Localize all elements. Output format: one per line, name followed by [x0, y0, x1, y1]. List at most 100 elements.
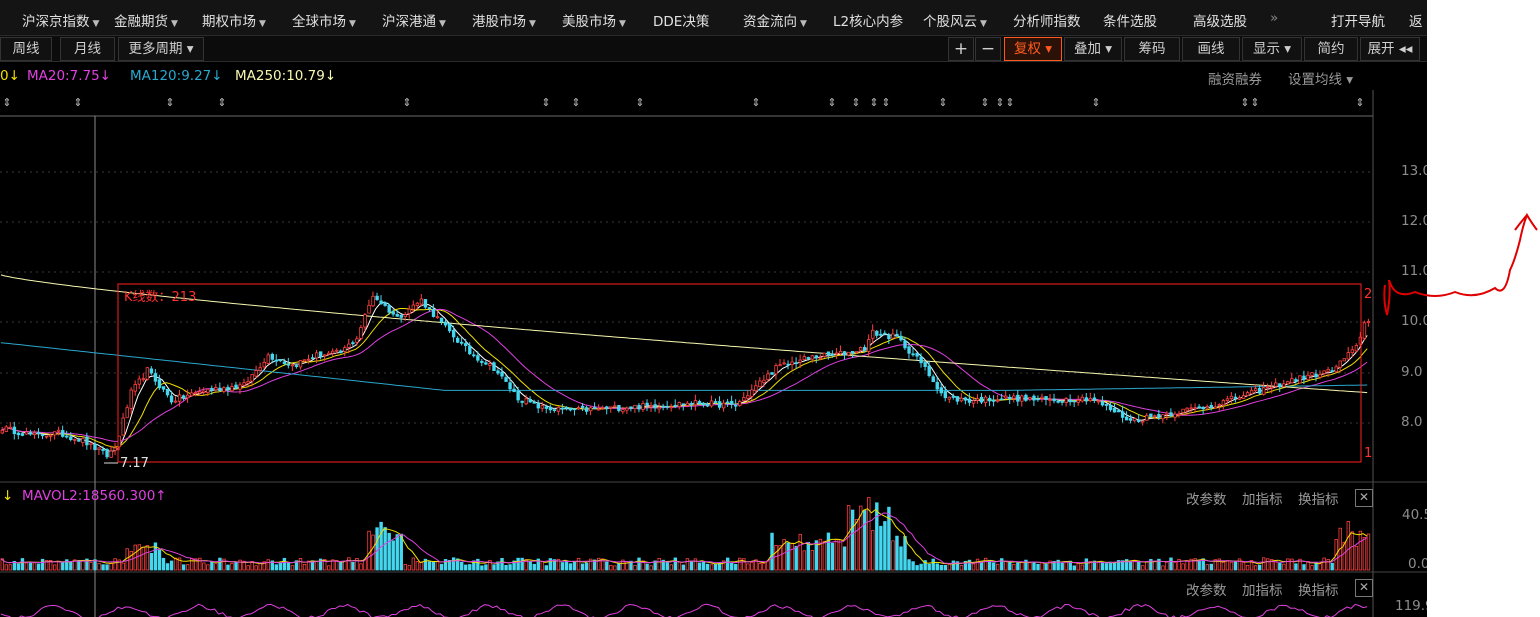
candle-body — [532, 401, 536, 404]
margin-trading-link[interactable]: 融资融券 — [1208, 68, 1262, 88]
candle-body — [294, 365, 299, 367]
nav-item-1[interactable]: 金融期货 ▼ — [114, 10, 178, 30]
volume-bar — [979, 561, 984, 571]
vol-change-params-button[interactable]: 改参数 — [1186, 488, 1227, 508]
volume-bar — [927, 563, 931, 571]
candle-body — [1193, 407, 1197, 410]
price-axis-label: 9.0 — [1401, 364, 1423, 380]
volume-bar — [282, 557, 287, 571]
nav-item-8[interactable]: 资金流向 ▼ — [743, 10, 807, 30]
nav-item-6[interactable]: 美股市场 ▼ — [562, 10, 626, 30]
nav-item-10[interactable]: 个股风云 ▼ — [923, 10, 987, 30]
volume-bar — [863, 510, 867, 571]
volume-bar — [951, 560, 956, 571]
nav-item-12[interactable]: 条件选股 — [1103, 10, 1157, 30]
candle-body — [210, 388, 214, 391]
candle-body — [318, 351, 323, 358]
chart-canvas[interactable]: ⇕ ⇕ ⇕ ⇕ ⇕ ⇕ ⇕ ⇕ ⇕ ⇕ ⇕ ⇕ ⇕ ⇕ ⇕ ⇕ ⇕ ⇕ ⇕ ⇕ ⇕ K线数：213 217.17 — [0, 90, 1427, 617]
back-button[interactable]: 返 — [1409, 10, 1423, 30]
fuquan-dropdown[interactable]: 复权 ▾ — [1004, 37, 1062, 61]
volume-bar — [1173, 561, 1177, 571]
volume-bar — [609, 564, 613, 571]
volume-bar — [665, 561, 669, 571]
candle-body — [637, 404, 641, 410]
candle-body — [403, 314, 407, 318]
candle-body — [419, 298, 424, 305]
nav-item-7[interactable]: DDE决策 — [653, 10, 709, 30]
vol-add-indicator-button[interactable]: 加指标 — [1242, 488, 1283, 508]
candle-body — [540, 405, 545, 409]
monthly-button[interactable]: 月线 — [60, 37, 115, 61]
candle-body — [335, 349, 339, 352]
open-navigation-button[interactable]: 打开导航 — [1331, 10, 1385, 30]
nav-item-0[interactable]: 沪深京指数 ▼ — [22, 10, 99, 30]
volume-bar — [677, 561, 682, 571]
volume-bar — [657, 557, 661, 571]
candle-body — [36, 432, 41, 434]
volume-bar — [983, 557, 988, 571]
candle-body — [1261, 387, 1266, 395]
candle-body — [911, 353, 915, 356]
simple-mode-button[interactable]: 简约 — [1304, 37, 1358, 61]
display-dropdown[interactable]: 显示 ▾ — [1242, 37, 1302, 61]
nav-item-2[interactable]: 期权市场 ▼ — [202, 10, 266, 30]
volume-bar — [351, 561, 355, 571]
lower-change-params-button[interactable]: 改参数 — [1186, 579, 1227, 599]
volume-bar — [842, 546, 847, 571]
candle-body — [480, 360, 484, 363]
nav-item-3[interactable]: 全球市场 ▼ — [292, 10, 356, 30]
nav-item-5[interactable]: 港股市场 ▼ — [472, 10, 536, 30]
candle-body — [173, 400, 178, 403]
candle-body — [1012, 395, 1016, 399]
volume-bar — [206, 564, 210, 571]
nav-item-13[interactable]: 高级选股 — [1193, 10, 1247, 30]
chips-button[interactable]: 筹码 — [1124, 37, 1180, 61]
weekly-button[interactable]: 周线 — [0, 37, 52, 61]
volume-bar — [1266, 558, 1270, 571]
zoom-out-button[interactable]: − — [975, 37, 1001, 61]
volume-bar — [1181, 563, 1185, 571]
draw-line-button[interactable]: 画线 — [1182, 37, 1240, 61]
volume-bar — [1161, 565, 1165, 571]
candle-body — [61, 430, 65, 437]
candle-body — [854, 351, 859, 353]
vol-close-button[interactable]: ✕ — [1355, 489, 1373, 507]
candle-body — [1241, 395, 1246, 399]
candle-body — [1253, 388, 1258, 392]
candle-body — [12, 426, 17, 435]
candle-body — [971, 400, 976, 404]
candle-body — [939, 387, 943, 394]
vol-switch-indicator-button[interactable]: 换指标 — [1298, 488, 1339, 508]
zoom-in-button[interactable]: + — [948, 37, 974, 61]
volume-bar — [1141, 565, 1145, 571]
candle-body — [274, 359, 279, 362]
volume-bar — [1221, 561, 1226, 571]
candle-body — [524, 398, 528, 405]
volume-bar — [1225, 560, 1230, 571]
candle-body — [858, 347, 863, 351]
volume-bar — [411, 557, 416, 571]
candle-body — [40, 434, 45, 437]
nav-item-9[interactable]: L2核心内参 — [833, 10, 903, 30]
candle-body — [830, 353, 835, 356]
candle-body — [991, 399, 996, 402]
volume-bar — [234, 561, 238, 571]
set-ma-dropdown[interactable]: 设置均线 ▾ — [1288, 68, 1353, 88]
volume-bar — [528, 561, 532, 571]
nav-item-4[interactable]: 沪深港通 ▼ — [382, 10, 446, 30]
nav-more-button[interactable]: » — [1270, 10, 1278, 26]
volume-bar — [915, 565, 919, 571]
candle-body — [548, 406, 553, 411]
expand-button[interactable]: 展开 ◂◂ — [1360, 37, 1420, 61]
volume-bar — [1112, 562, 1117, 571]
overlay-dropdown[interactable]: 叠加 ▾ — [1064, 37, 1122, 61]
more-periods-dropdown[interactable]: 更多周期 ▾ — [118, 37, 204, 61]
volume-bar — [145, 545, 150, 571]
candle-body — [1326, 368, 1330, 372]
lower-close-button[interactable]: ✕ — [1355, 579, 1373, 597]
volume-bar — [61, 561, 65, 571]
lower-switch-indicator-button[interactable]: 换指标 — [1298, 579, 1339, 599]
volume-bar — [254, 565, 258, 571]
nav-item-11[interactable]: 分析师指数 — [1013, 10, 1081, 30]
lower-add-indicator-button[interactable]: 加指标 — [1242, 579, 1283, 599]
